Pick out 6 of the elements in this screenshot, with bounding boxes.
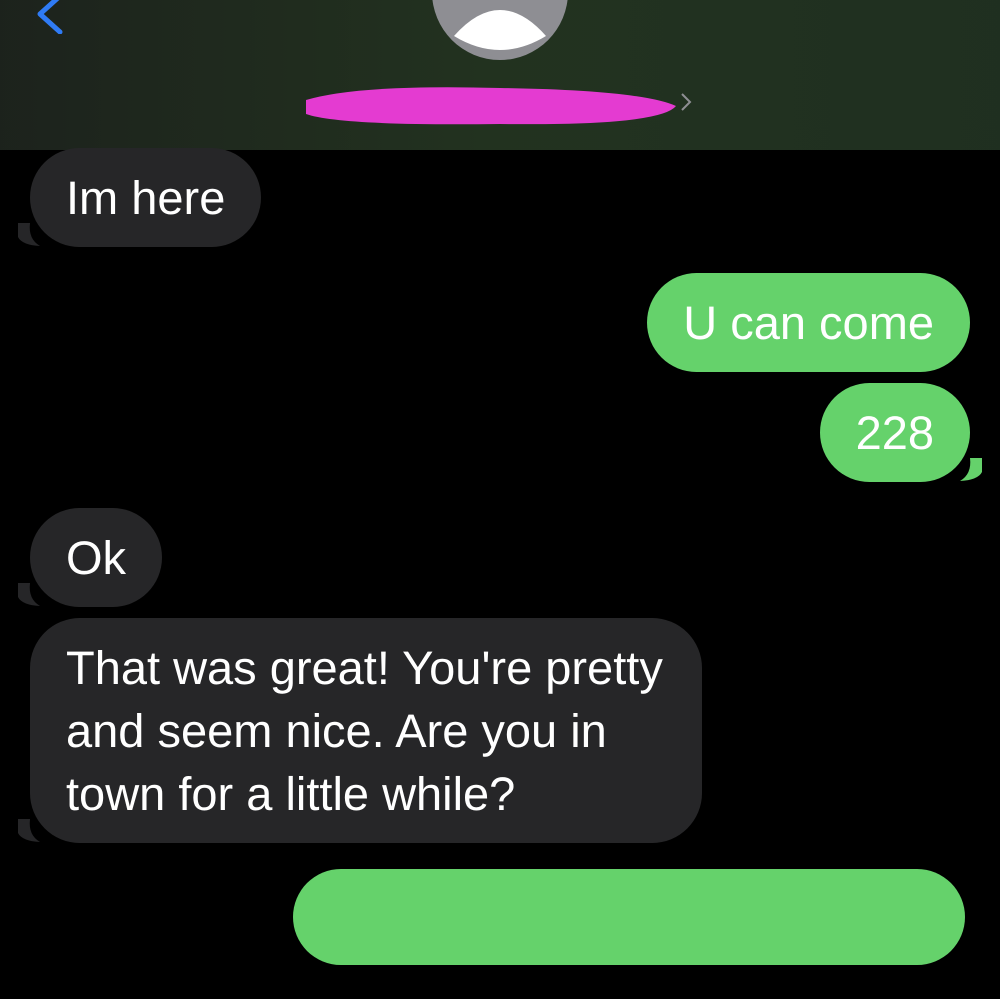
message-text: Ok — [66, 531, 126, 584]
message-text: That was great! You're pretty and seem nice. Are you in town for a little while? — [66, 641, 663, 820]
chevron-icon[interactable] — [680, 92, 692, 112]
message-text: U can come — [683, 296, 934, 349]
message-text: 228 — [856, 406, 934, 459]
message-text: Im here — [66, 171, 226, 224]
